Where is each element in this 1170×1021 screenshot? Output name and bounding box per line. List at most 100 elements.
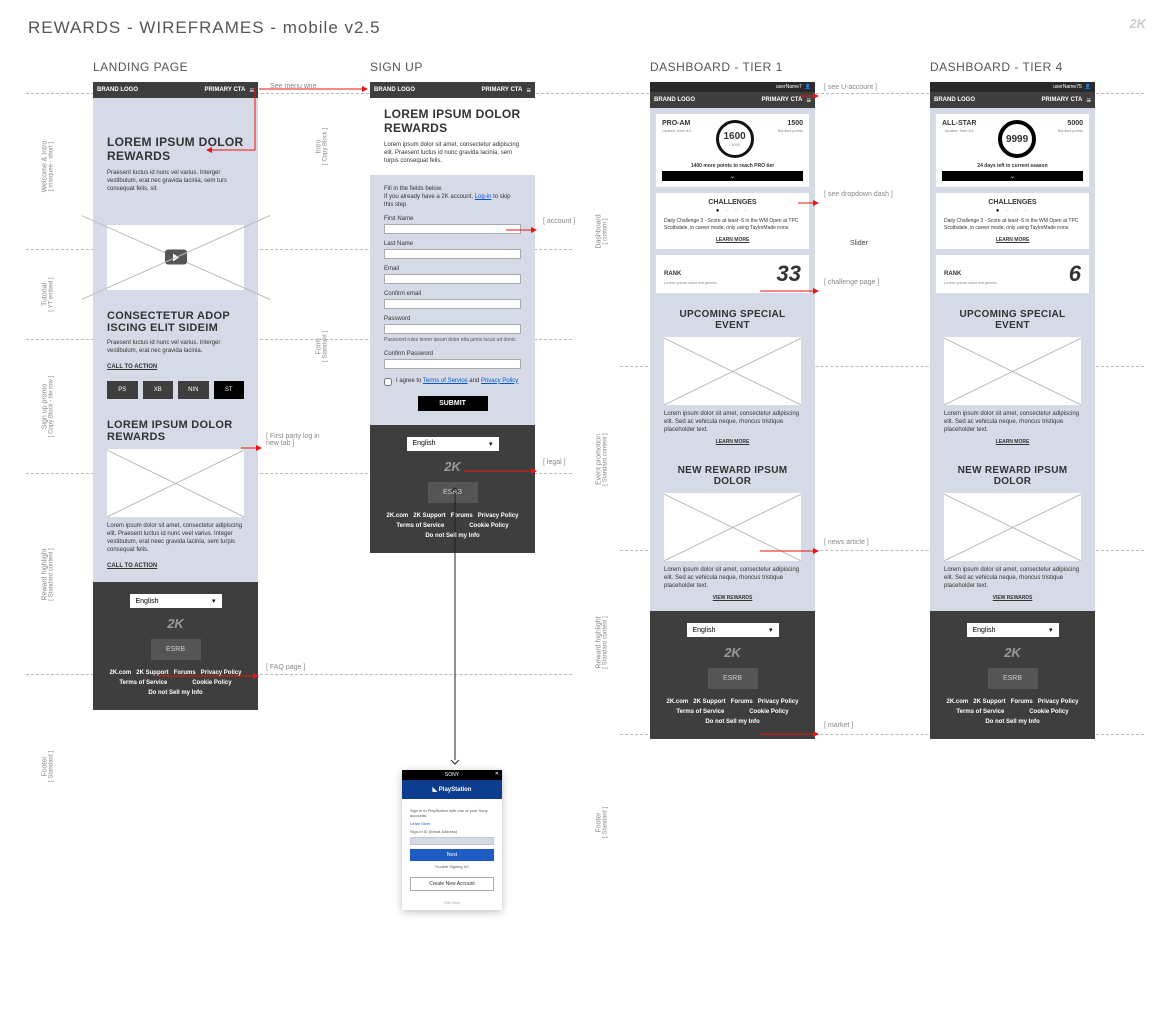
reward-body: Lorem ipsum dolor sit amet, consectetur … bbox=[944, 566, 1081, 590]
login-link[interactable]: Log-in bbox=[475, 194, 492, 200]
footer-link[interactable]: 2K.com bbox=[387, 513, 409, 519]
slider-dots[interactable]: ● ○ ○ ○ bbox=[664, 208, 801, 214]
footer-link[interactable]: 2K.com bbox=[667, 699, 689, 705]
hamburger-icon[interactable]: ≡ bbox=[1086, 96, 1091, 105]
promo-cta-button[interactable]: CALL TO ACTION bbox=[107, 364, 157, 370]
input-confirm-password[interactable] bbox=[384, 359, 521, 369]
user-icon[interactable]: 👤 bbox=[1085, 84, 1091, 90]
event-body: Lorem ipsum dolor sit amet, consectetur … bbox=[944, 410, 1081, 434]
platform-nin[interactable]: NIN bbox=[178, 381, 209, 399]
learn-more-link[interactable]: LEARN MORE bbox=[664, 237, 801, 243]
footer-link[interactable]: Privacy Policy bbox=[758, 699, 799, 705]
footer-logo-icon: 2K bbox=[944, 645, 1081, 660]
dash-dropdown[interactable]: ⌄ bbox=[942, 171, 1083, 181]
footer-link[interactable]: Cookie Policy bbox=[1029, 709, 1068, 715]
dash-hero: ALL-STARUpated: 5am 8/1 9999 5000Banked … bbox=[936, 114, 1089, 187]
side-label-welcome: Welcome & Intro[ marquee - short ] bbox=[42, 107, 55, 227]
popup-create-button[interactable]: Create New Account bbox=[410, 877, 494, 891]
footer-link[interactable]: Do not Sell my Info bbox=[985, 719, 1039, 725]
reward-body: Lorem ipsum dolor sit amet, consectetur … bbox=[664, 566, 801, 590]
progress-text: 1400 more points to reach PRO tier bbox=[662, 163, 803, 169]
form-note-1: Fill in the fields below. bbox=[384, 186, 442, 192]
image-placeholder bbox=[664, 337, 801, 405]
footer-link[interactable]: 2K Support bbox=[413, 513, 445, 519]
footer-link[interactable]: Cookie Policy bbox=[469, 523, 508, 529]
footer-link[interactable]: Terms of Service bbox=[396, 523, 444, 529]
language-selector[interactable]: English bbox=[130, 594, 222, 608]
input-email[interactable] bbox=[384, 274, 521, 284]
label-last-name: Last Name bbox=[384, 241, 521, 247]
popup-email-input[interactable] bbox=[410, 837, 494, 845]
footer-link[interactable]: 2K.com bbox=[110, 670, 132, 676]
learn-more-link[interactable]: LEARN MORE bbox=[664, 439, 801, 445]
label-password: Password bbox=[384, 316, 521, 322]
footer-links: 2K.com 2K Support Forums Privacy Policy … bbox=[944, 699, 1081, 725]
footer-link[interactable]: Do not Sell my Info bbox=[705, 719, 759, 725]
terms-checkbox[interactable] bbox=[384, 378, 392, 386]
learn-more-link[interactable]: LEARN MORE bbox=[944, 439, 1081, 445]
privacy-link[interactable]: Privacy Policy bbox=[481, 378, 518, 384]
primary-cta-button[interactable]: PRIMARY CTA bbox=[481, 87, 522, 93]
slider-dots[interactable]: ● ○ ○ ○ bbox=[944, 208, 1081, 214]
footer-link[interactable]: 2K.com bbox=[947, 699, 969, 705]
platform-st[interactable]: ST bbox=[214, 381, 245, 399]
reward-cta-button[interactable]: CALL TO ACTION bbox=[107, 563, 157, 569]
platform-ps[interactable]: PS bbox=[107, 381, 138, 399]
footer-link[interactable]: 2K Support bbox=[693, 699, 725, 705]
dash-dropdown[interactable]: ⌄ bbox=[662, 171, 803, 181]
side-label-reward-highlight-dash: Reward highlight[ Standard content ] bbox=[596, 583, 609, 703]
language-selector[interactable]: English bbox=[407, 437, 499, 451]
promo-title: CONSECTETUR ADOP ISCING ELIT SIDEIM bbox=[107, 310, 244, 334]
column-dash1: DASHBOARD - TIER 1 userName7👤 BRAND LOGO… bbox=[650, 60, 815, 739]
popup-footer: Site Map bbox=[402, 897, 502, 910]
image-placeholder bbox=[944, 493, 1081, 561]
input-first-name[interactable] bbox=[384, 224, 521, 234]
platform-row: PS XB NIN ST bbox=[107, 381, 244, 399]
footer-link[interactable]: Terms of Service bbox=[676, 709, 724, 715]
form-note-2a: If you already have a 2K account, bbox=[384, 194, 475, 200]
view-rewards-link[interactable]: VIEW REWARDS bbox=[664, 595, 801, 601]
view-rewards-link[interactable]: VIEW REWARDS bbox=[944, 595, 1081, 601]
primary-cta-button[interactable]: PRIMARY CTA bbox=[761, 97, 802, 103]
footer-link[interactable]: Privacy Policy bbox=[1038, 699, 1079, 705]
play-icon[interactable] bbox=[165, 250, 187, 265]
brand-label: BRAND LOGO bbox=[934, 97, 975, 103]
reward-block: NEW REWARD IPSUM DOLOR Lorem ipsum dolor… bbox=[930, 455, 1095, 611]
side-label-signup-promo: Sign up promo[ Copy Block - tile row ] bbox=[42, 347, 55, 467]
language-selector[interactable]: English bbox=[967, 623, 1059, 637]
video-placeholder[interactable] bbox=[107, 225, 244, 290]
footer-link[interactable]: Terms of Service bbox=[956, 709, 1004, 715]
annot-legal: [ legal ] bbox=[543, 459, 566, 466]
footer-link[interactable]: Cookie Policy bbox=[749, 709, 788, 715]
footer: English 2K ESRB 2K.com 2K Support Forums… bbox=[930, 611, 1095, 739]
esrb-badge: ESRB bbox=[988, 668, 1038, 689]
language-selector[interactable]: English bbox=[687, 623, 779, 637]
tier-label: ALL-STAR bbox=[942, 120, 976, 127]
platform-xb[interactable]: XB bbox=[143, 381, 174, 399]
points-ring: 9999 bbox=[998, 120, 1036, 158]
footer-link[interactable]: Privacy Policy bbox=[478, 513, 519, 519]
hamburger-icon[interactable]: ≡ bbox=[526, 86, 531, 95]
col-title-dash1: DASHBOARD - TIER 1 bbox=[650, 60, 815, 74]
annot-uaccount: [ see U-account ] bbox=[824, 84, 877, 91]
input-password[interactable] bbox=[384, 324, 521, 334]
input-last-name[interactable] bbox=[384, 249, 521, 259]
popup-trouble-link[interactable]: Trouble Signing In? bbox=[410, 864, 494, 869]
submit-button[interactable]: SUBMIT bbox=[418, 396, 488, 411]
primary-cta-button[interactable]: PRIMARY CTA bbox=[1041, 97, 1082, 103]
popup-learn-link[interactable]: Learn More bbox=[410, 821, 494, 826]
footer-link[interactable]: 2K Support bbox=[973, 699, 1005, 705]
promo-body: Praesent luctus id nunc vel varius. Inte… bbox=[107, 339, 244, 355]
learn-more-link[interactable]: LEARN MORE bbox=[944, 237, 1081, 243]
tos-link[interactable]: Terms of Service bbox=[423, 378, 468, 384]
popup-next-button[interactable]: Next bbox=[410, 849, 494, 861]
reward-title: NEW REWARD IPSUM DOLOR bbox=[664, 465, 801, 487]
footer-link[interactable]: Do not Sell my Info bbox=[148, 690, 202, 696]
progress-text: 24 days left in current season bbox=[942, 163, 1083, 169]
footer-link[interactable]: Forums bbox=[1011, 699, 1033, 705]
side-label-event-promo: Event promotion[ Standard content ] bbox=[596, 400, 609, 520]
updated-label: Upated: 5am 8/1 bbox=[662, 128, 692, 133]
footer-link[interactable]: Forums bbox=[731, 699, 753, 705]
input-confirm-email[interactable] bbox=[384, 299, 521, 309]
close-icon[interactable]: ✕ bbox=[495, 771, 499, 777]
